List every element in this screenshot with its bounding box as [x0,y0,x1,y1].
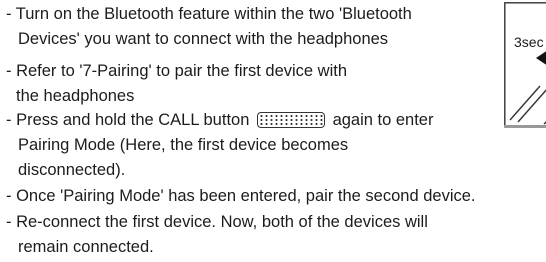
instruction-2-line-1: - Refer to '7-Pairing' to pair the first… [6,62,348,80]
instruction-3-line-1: - Press and hold the CALL button again t… [6,108,433,133]
headphone-call-illustration [504,2,546,128]
instruction-item-5: - Re-connect the first device. Now, both… [6,210,428,260]
instruction-3-text-before: - Press and hold the CALL button [6,111,250,129]
instruction-item-4: - Once 'Pairing Mode' has been entered, … [6,184,476,209]
instruction-3-text-after: again to enter [332,111,434,129]
instruction-item-2: - Refer to '7-Pairing' to pair the first… [6,59,347,109]
instruction-item-1: - Turn on the Bluetooth feature within t… [6,2,412,52]
call-button-icon [256,112,325,128]
illustration-frame [504,2,546,128]
instruction-5-line-2: remain connected. [18,238,154,256]
instruction-2-line-2: the headphones [16,87,135,105]
instruction-5-line-1: - Re-connect the first device. Now, both… [6,213,428,231]
instruction-1-line-2: Devices' you want to connect with the he… [18,30,389,48]
instruction-page: - Turn on the Bluetooth feature within t… [0,0,546,262]
instruction-3-line-2: Pairing Mode (Here, the first device bec… [18,136,349,154]
instruction-item-3: - Press and hold the CALL button again t… [6,108,433,183]
instruction-3-line-3: disconnected). [18,161,126,179]
instruction-1-line-1: - Turn on the Bluetooth feature within t… [6,5,412,23]
hold-duration-label: 3sec [514,34,544,50]
instruction-4-line-1: - Once 'Pairing Mode' has been entered, … [6,187,476,205]
